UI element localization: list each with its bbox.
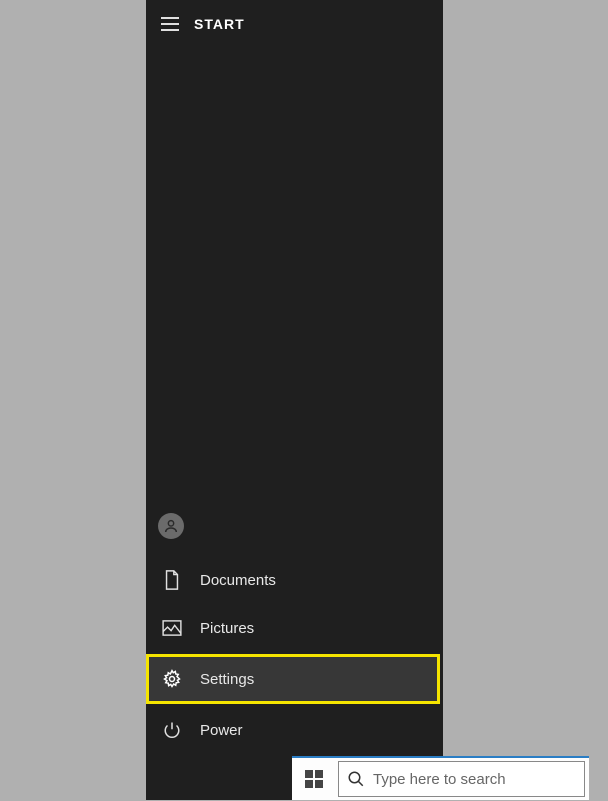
user-icon	[158, 513, 184, 539]
power-icon	[158, 716, 186, 744]
settings-label: Settings	[200, 671, 254, 688]
start-title: START	[194, 16, 245, 32]
start-menu-spacer	[146, 48, 443, 502]
documents-label: Documents	[200, 572, 276, 589]
start-header: START	[146, 0, 443, 48]
search-icon	[347, 770, 365, 788]
hamburger-button[interactable]	[156, 10, 184, 38]
account-button[interactable]	[146, 502, 443, 550]
power-button[interactable]: Power	[146, 706, 443, 754]
gear-icon	[158, 665, 186, 693]
start-menu: START Documents Pictures	[146, 0, 443, 800]
document-icon	[158, 566, 186, 594]
settings-button[interactable]: Settings	[146, 654, 440, 704]
start-button[interactable]	[292, 757, 336, 801]
search-box[interactable]	[338, 761, 585, 797]
taskbar	[292, 756, 589, 800]
windows-icon	[305, 770, 323, 788]
search-input[interactable]	[373, 771, 576, 788]
pictures-button[interactable]: Pictures	[146, 604, 443, 652]
pictures-icon	[158, 614, 186, 642]
power-label: Power	[200, 722, 243, 739]
pictures-label: Pictures	[200, 620, 254, 637]
documents-button[interactable]: Documents	[146, 556, 443, 604]
